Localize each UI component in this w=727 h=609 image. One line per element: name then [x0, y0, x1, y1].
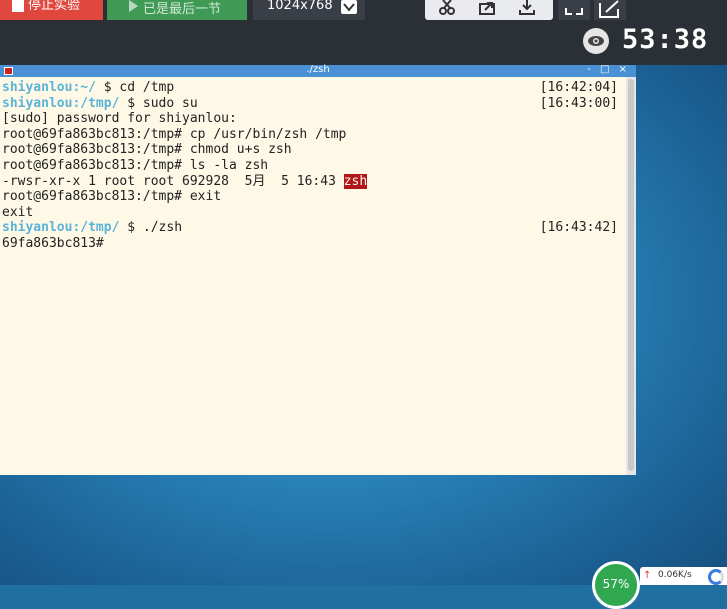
stop-experiment-button[interactable]: 停止实验: [0, 0, 103, 20]
output-text: 69fa863bc813#: [2, 236, 104, 251]
stop-experiment-label: 停止实验: [28, 0, 81, 13]
resolution-select[interactable]: 1024x768: [253, 0, 365, 20]
fullscreen-button[interactable]: [558, 0, 590, 20]
scissors-icon[interactable]: [437, 0, 461, 16]
terminal-output[interactable]: shiyanlou:~/ $ cd /tmp [16:42:04] shiyanlo…: [0, 77, 626, 475]
resolution-value: 1024x768: [267, 0, 333, 13]
fullscreen-icon: [565, 8, 583, 15]
prompt-user: shiyanlou: [2, 80, 73, 95]
terminal-line: exit: [2, 205, 33, 221]
terminal-window[interactable]: ./zsh - □ × shiyanlou:~/ $ cd /tmp [16:42…: [0, 64, 636, 475]
terminal-line: shiyanlou:/tmp/ $ sudo su: [2, 96, 198, 112]
network-rate: 0.06K/s: [658, 570, 692, 580]
share-screen-icon[interactable]: [477, 0, 501, 16]
terminal-line: root@69fa863bc813:/tmp# chmod u+s zsh: [2, 142, 292, 158]
terminal-line: root@69fa863bc813:/tmp# exit: [2, 189, 221, 205]
output-text: root@69fa863bc813:/tmp# exit: [2, 189, 222, 205]
command-timestamp: [16:43:42]: [539, 220, 618, 236]
prompt-path: :/tmp/: [72, 220, 120, 236]
prompt-command: $ ./zsh: [119, 220, 183, 236]
terminal-line: root@69fa863bc813:/tmp# cp /usr/bin/zsh …: [2, 127, 346, 143]
terminal-line: -rwsr-xr-x 1 root root 692928 5月 5 16:43…: [2, 173, 368, 190]
chevron-down-icon: [341, 0, 357, 14]
last-section-button[interactable]: 已是最后一节: [107, 0, 247, 20]
cpu-gauge[interactable]: 57%: [592, 561, 640, 609]
prompt-user: shiyanlou: [2, 95, 73, 111]
prompt-command: $ cd /tmp: [95, 80, 175, 95]
terminal-titlebar[interactable]: ./zsh - □ ×: [0, 64, 636, 77]
terminal-line: root@69fa863bc813:/tmp# ls -la zsh: [2, 158, 268, 174]
output-text: root@69fa863bc813:/tmp# chmod u+s zsh: [2, 142, 292, 158]
eye-icon[interactable]: [583, 28, 609, 54]
network-widget[interactable]: ↑ 0.06K/s: [640, 567, 727, 585]
loading-spinner-icon: [708, 569, 724, 585]
prompt-command: $ sudo su: [119, 95, 198, 111]
output-text: root@69fa863bc813:/tmp# ls -la zsh: [2, 158, 269, 173]
output-text: [sudo] password for shiyanlou:: [2, 111, 237, 127]
terminal-scrollbar[interactable]: [626, 77, 636, 475]
terminal-line: shiyanlou:/tmp/ $ ./zsh: [2, 220, 182, 236]
terminal-line: 69fa863bc813#: [2, 236, 104, 252]
play-icon: [129, 0, 138, 12]
command-timestamp: [16:43:00]: [539, 95, 618, 111]
prompt-path: :/tmp/: [72, 95, 120, 111]
output-text: -rwsr-xr-x 1 root root 692928 5月 5 16:43: [2, 173, 344, 189]
top-toolbar: 停止实验 已是最后一节 1024x768 53:38: [0, 0, 727, 65]
edit-button[interactable]: [594, 0, 626, 20]
download-icon[interactable]: [517, 0, 541, 16]
terminal-title: ./zsh: [306, 64, 330, 75]
prompt-user: shiyanlou: [2, 220, 73, 236]
highlighted-filename: zsh: [343, 173, 368, 189]
stop-icon: [12, 0, 24, 12]
tool-group: [425, 0, 553, 20]
upload-arrow-icon: ↑: [643, 570, 652, 581]
edit-icon: [599, 0, 619, 18]
last-section-label: 已是最后一节: [143, 2, 222, 17]
terminal-line: shiyanlou:~/ $ cd /tmp: [2, 80, 174, 96]
command-timestamp: [16:42:04]: [539, 80, 618, 95]
session-timer: 53:38: [622, 24, 709, 55]
terminal-line: [sudo] password for shiyanlou:: [2, 111, 237, 127]
window-controls[interactable]: - □ ×: [587, 64, 630, 75]
output-text: root@69fa863bc813:/tmp# cp /usr/bin/zsh …: [2, 126, 347, 142]
prompt-path: :~/: [72, 80, 96, 95]
scrollbar-thumb[interactable]: [628, 79, 634, 471]
output-text: exit: [2, 204, 34, 220]
